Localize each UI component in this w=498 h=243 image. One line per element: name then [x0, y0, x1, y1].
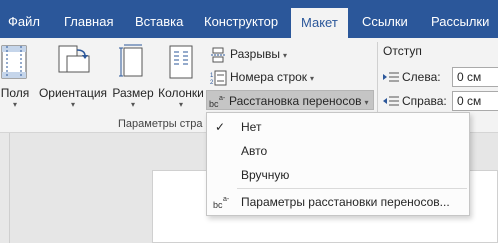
columns-icon: [169, 45, 193, 79]
chevron-down-icon: ▾: [178, 100, 183, 109]
line-numbers-label: Номера строк: [230, 70, 308, 84]
indent-right-input[interactable]: 0 см: [452, 91, 498, 111]
menu-item-auto[interactable]: Авто: [207, 139, 469, 163]
columns-button[interactable]: Колонки ▾: [156, 44, 206, 110]
menu-item-none[interactable]: ✓ Нет: [207, 115, 469, 139]
tab-layout[interactable]: Макет: [291, 8, 348, 38]
tab-mailings[interactable]: Рассылки: [431, 0, 489, 38]
margins-button[interactable]: Поля ▾: [0, 44, 32, 110]
svg-text:a-: a-: [219, 95, 226, 102]
size-button[interactable]: Размер ▾: [110, 44, 156, 110]
orientation-button[interactable]: Ориентация ▾: [38, 44, 108, 110]
chevron-down-icon: ▾: [12, 100, 17, 109]
menu-item-none-label: Нет: [241, 120, 262, 134]
tab-design[interactable]: Конструктор: [204, 0, 278, 38]
columns-label: Колонки: [158, 86, 204, 100]
indent-left-icon: [383, 72, 399, 82]
indent-right-row: Справа:: [383, 90, 447, 112]
checkmark-icon: ✓: [215, 120, 226, 134]
margins-icon: [1, 45, 27, 79]
chevron-down-icon: ▾: [364, 98, 369, 107]
hyphenation-button[interactable]: bc a- Расстановка переносов ▾: [206, 90, 374, 110]
hyphenation-menu: ✓ Нет Авто Вручную bc a- Параметры расст…: [206, 112, 470, 216]
hyphenation-options-icon: bc a-: [213, 196, 230, 210]
size-label: Размер: [112, 86, 154, 100]
svg-text:bc: bc: [213, 200, 223, 210]
vertical-ruler: [0, 133, 10, 243]
indent-left-label: Слева:: [402, 70, 441, 84]
menu-item-hyphenation-options-label: Параметры расстановки переносов...: [241, 195, 450, 209]
page-break-icon: [211, 47, 226, 63]
tab-insert[interactable]: Вставка: [135, 0, 183, 38]
indent-left-input[interactable]: 0 см: [452, 67, 498, 87]
chevron-down-icon: ▾: [310, 74, 315, 83]
tab-file[interactable]: Файл: [8, 0, 40, 38]
margins-label: Поля: [0, 86, 30, 100]
page-size-icon: [119, 44, 143, 77]
ribbon-tab-bar: Файл Главная Вставка Конструктор Макет С…: [0, 0, 498, 38]
breaks-label: Разрывы: [230, 47, 280, 61]
indent-right-icon: [383, 96, 399, 106]
tab-home[interactable]: Главная: [64, 0, 113, 38]
chevron-down-icon: ▾: [282, 51, 287, 60]
svg-text:bc: bc: [209, 99, 219, 109]
svg-text:a-: a-: [223, 196, 230, 203]
tab-references[interactable]: Ссылки: [362, 0, 408, 38]
menu-item-manual-label: Вручную: [241, 168, 290, 182]
page-setup-group-label: Параметры стра: [118, 118, 203, 130]
indent-left-row: Слева:: [383, 66, 441, 88]
menu-item-auto-label: Авто: [241, 144, 268, 158]
hyphenation-label: Расстановка переносов: [229, 94, 362, 108]
chevron-down-icon: ▾: [70, 100, 75, 109]
line-numbers-icon: 1 2: [210, 70, 227, 86]
indent-title: Отступ: [383, 44, 422, 58]
menu-separator: [237, 188, 467, 189]
orientation-icon: [58, 45, 90, 73]
hyphenation-icon: bc a-: [209, 95, 226, 109]
svg-text:2: 2: [210, 80, 214, 86]
orientation-label: Ориентация: [38, 86, 108, 100]
line-numbers-button[interactable]: 1 2 Номера строк ▾: [210, 67, 314, 87]
menu-item-hyphenation-options[interactable]: bc a- Параметры расстановки переносов...: [207, 190, 469, 214]
menu-item-manual[interactable]: Вручную: [207, 163, 469, 187]
indent-right-label: Справа:: [402, 94, 447, 108]
breaks-button[interactable]: Разрывы ▾: [210, 44, 287, 64]
svg-text:1: 1: [210, 73, 214, 79]
chevron-down-icon: ▾: [130, 100, 135, 109]
